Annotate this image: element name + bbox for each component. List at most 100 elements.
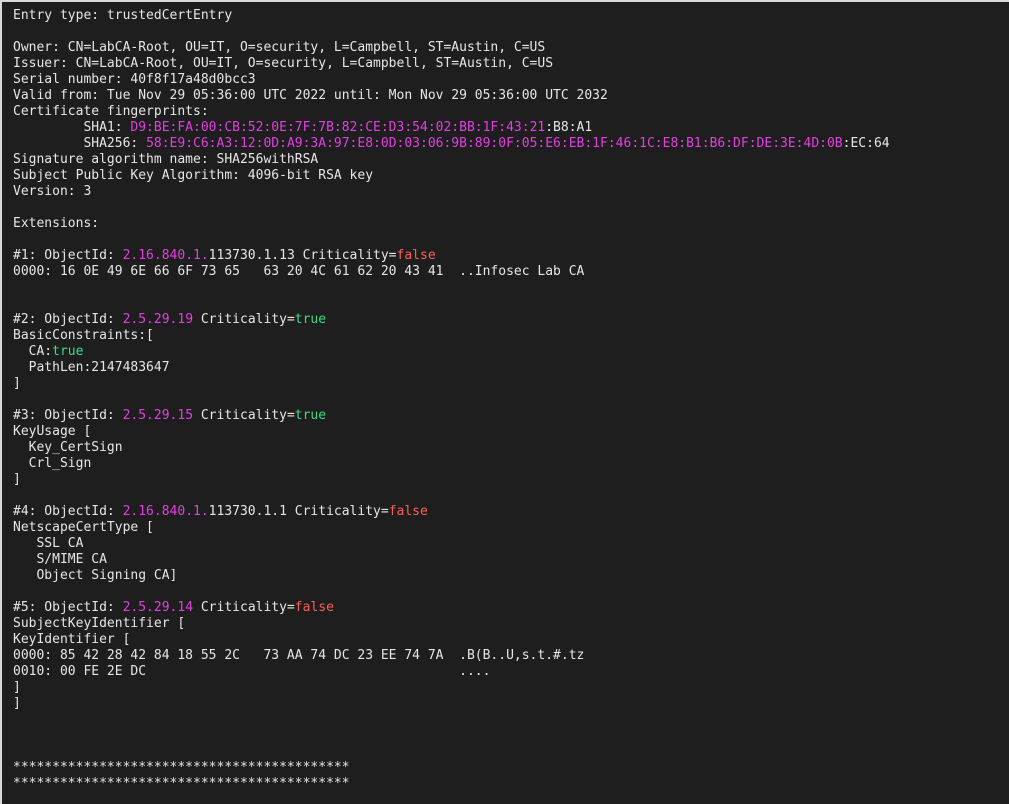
terminal-text: Subject Public Key Algorithm: 4096-bit R… xyxy=(13,168,374,183)
highlighted-text: 2.5.29.19 xyxy=(122,312,194,327)
terminal-text: SSL CA xyxy=(13,536,84,551)
terminal-line: Key_CertSign xyxy=(13,440,1009,456)
terminal-line: S/MIME CA xyxy=(13,552,1009,568)
highlighted-text: 2.5.29.15 xyxy=(122,408,194,423)
terminal-line: 0010: 00 FE 2E DC .... xyxy=(13,664,1009,680)
terminal-line: Valid from: Tue Nov 29 05:36:00 UTC 2022… xyxy=(13,88,1009,104)
terminal-text: 113730.1.13 Criticality= xyxy=(208,248,397,263)
terminal-line: PathLen:2147483647 xyxy=(13,360,1009,376)
terminal-text: ] xyxy=(13,680,21,695)
terminal-text: 0000: 16 0E 49 6E 66 6F 73 65 63 20 4C 6… xyxy=(13,264,585,279)
terminal-text: #2: ObjectId: xyxy=(13,312,123,327)
terminal-text: SHA1: xyxy=(13,120,131,135)
terminal-line: ****************************************… xyxy=(13,776,1009,792)
terminal-window[interactable]: Entry type: trustedCertEntry Owner: CN=L… xyxy=(0,0,1009,804)
terminal-text: CA: xyxy=(13,344,53,359)
terminal-line: Version: 3 xyxy=(13,184,1009,200)
highlighted-text: true xyxy=(52,344,84,359)
highlighted-text: true xyxy=(294,408,327,423)
terminal-text: ] xyxy=(13,472,21,487)
terminal-line: Subject Public Key Algorithm: 4096-bit R… xyxy=(13,168,1009,184)
terminal-text: :EC:64 xyxy=(842,136,890,151)
terminal-line: KeyIdentifier [ xyxy=(13,632,1009,648)
highlighted-text: false xyxy=(396,248,436,263)
terminal-line: ] xyxy=(13,472,1009,488)
terminal-text: S/MIME CA xyxy=(13,552,107,567)
terminal-line: ] xyxy=(13,696,1009,712)
terminal-text: 113730.1.1 Criticality= xyxy=(208,504,389,519)
terminal-text: Version: 3 xyxy=(13,184,92,199)
terminal-line: #1: ObjectId: 2.16.840.1.113730.1.13 Cri… xyxy=(13,248,1009,264)
highlighted-text: 2.16.840.1. xyxy=(122,248,209,263)
terminal-text: SubjectKeyIdentifier [ xyxy=(13,616,186,631)
terminal-line: 0000: 16 0E 49 6E 66 6F 73 65 63 20 4C 6… xyxy=(13,264,1009,280)
terminal-line: Crl_Sign xyxy=(13,456,1009,472)
terminal-line: #4: ObjectId: 2.16.840.1.113730.1.1 Crit… xyxy=(13,504,1009,520)
terminal-text: Issuer: CN=LabCA-Root, OU=IT, O=security… xyxy=(13,56,554,71)
terminal-text: ****************************************… xyxy=(13,760,350,775)
terminal-line: ****************************************… xyxy=(13,760,1009,776)
terminal-text: :B8:A1 xyxy=(545,120,593,135)
terminal-line: CA:true xyxy=(13,344,1009,360)
terminal-text: Signature algorithm name: SHA256withRSA xyxy=(13,152,319,167)
terminal-line: BasicConstraints:[ xyxy=(13,328,1009,344)
terminal-line: 0000: 85 42 28 42 84 18 55 2C 73 AA 74 D… xyxy=(13,648,1009,664)
terminal-text: Key_CertSign xyxy=(13,440,123,455)
terminal-line: Issuer: CN=LabCA-Root, OU=IT, O=security… xyxy=(13,56,1009,72)
terminal-text: #4: ObjectId: xyxy=(13,504,123,519)
terminal-line: NetscapeCertType [ xyxy=(13,520,1009,536)
terminal-line: ] xyxy=(13,376,1009,392)
terminal-line: Extensions: xyxy=(13,216,1009,232)
terminal-line: Entry type: trustedCertEntry xyxy=(13,8,1009,24)
highlighted-text: 58:E9:C6:A3:12:0D:A9:3A:97:E8:0D:03:06:9… xyxy=(146,136,843,151)
highlighted-text: false xyxy=(294,600,334,615)
terminal-text: Criticality= xyxy=(193,600,295,615)
terminal-text: Owner: CN=LabCA-Root, OU=IT, O=security,… xyxy=(13,40,546,55)
terminal-line: Certificate fingerprints: xyxy=(13,104,1009,120)
terminal-text: #1: ObjectId: xyxy=(13,248,123,263)
terminal-text: PathLen:2147483647 xyxy=(13,360,170,375)
highlighted-text: false xyxy=(388,504,428,519)
terminal-text: Object Signing CA] xyxy=(13,568,178,583)
highlighted-text: 2.16.840.1. xyxy=(122,504,209,519)
highlighted-text: true xyxy=(294,312,327,327)
terminal-line: SHA1: D9:BE:FA:00:CB:52:0E:7F:7B:82:CE:D… xyxy=(13,120,1009,136)
terminal-line: SSL CA xyxy=(13,536,1009,552)
terminal-text: ] xyxy=(13,376,21,391)
terminal-text: NetscapeCertType [ xyxy=(13,520,154,535)
terminal-line: Serial number: 40f8f17a48d0bcc3 xyxy=(13,72,1009,88)
terminal-line: Signature algorithm name: SHA256withRSA xyxy=(13,152,1009,168)
terminal-text: KeyUsage [ xyxy=(13,424,92,439)
terminal-text: SHA256: xyxy=(13,136,147,151)
highlighted-text: 2.5.29.14 xyxy=(122,600,194,615)
terminal-line: #3: ObjectId: 2.5.29.15 Criticality=true xyxy=(13,408,1009,424)
terminal-text: Certificate fingerprints: xyxy=(13,104,209,119)
terminal-text: Criticality= xyxy=(193,408,295,423)
terminal-output: Entry type: trustedCertEntry Owner: CN=L… xyxy=(13,8,1009,792)
terminal-text: #3: ObjectId: xyxy=(13,408,123,423)
terminal-line: Owner: CN=LabCA-Root, OU=IT, O=security,… xyxy=(13,40,1009,56)
terminal-text: Entry type: trustedCertEntry xyxy=(13,8,233,23)
terminal-line: Object Signing CA] xyxy=(13,568,1009,584)
highlighted-text: D9:BE:FA:00:CB:52:0E:7F:7B:82:CE:D3:54:0… xyxy=(130,120,546,135)
terminal-line: #2: ObjectId: 2.5.29.19 Criticality=true xyxy=(13,312,1009,328)
terminal-text: Extensions: xyxy=(13,216,100,231)
terminal-line: SubjectKeyIdentifier [ xyxy=(13,616,1009,632)
terminal-line: #5: ObjectId: 2.5.29.14 Criticality=fals… xyxy=(13,600,1009,616)
terminal-line: KeyUsage [ xyxy=(13,424,1009,440)
terminal-text: ****************************************… xyxy=(13,776,350,791)
terminal-line: ] xyxy=(13,680,1009,696)
terminal-text: Serial number: 40f8f17a48d0bcc3 xyxy=(13,72,256,87)
terminal-text: BasicConstraints:[ xyxy=(13,328,154,343)
terminal-text: 0010: 00 FE 2E DC .... xyxy=(13,664,491,679)
terminal-text: ] xyxy=(13,696,21,711)
